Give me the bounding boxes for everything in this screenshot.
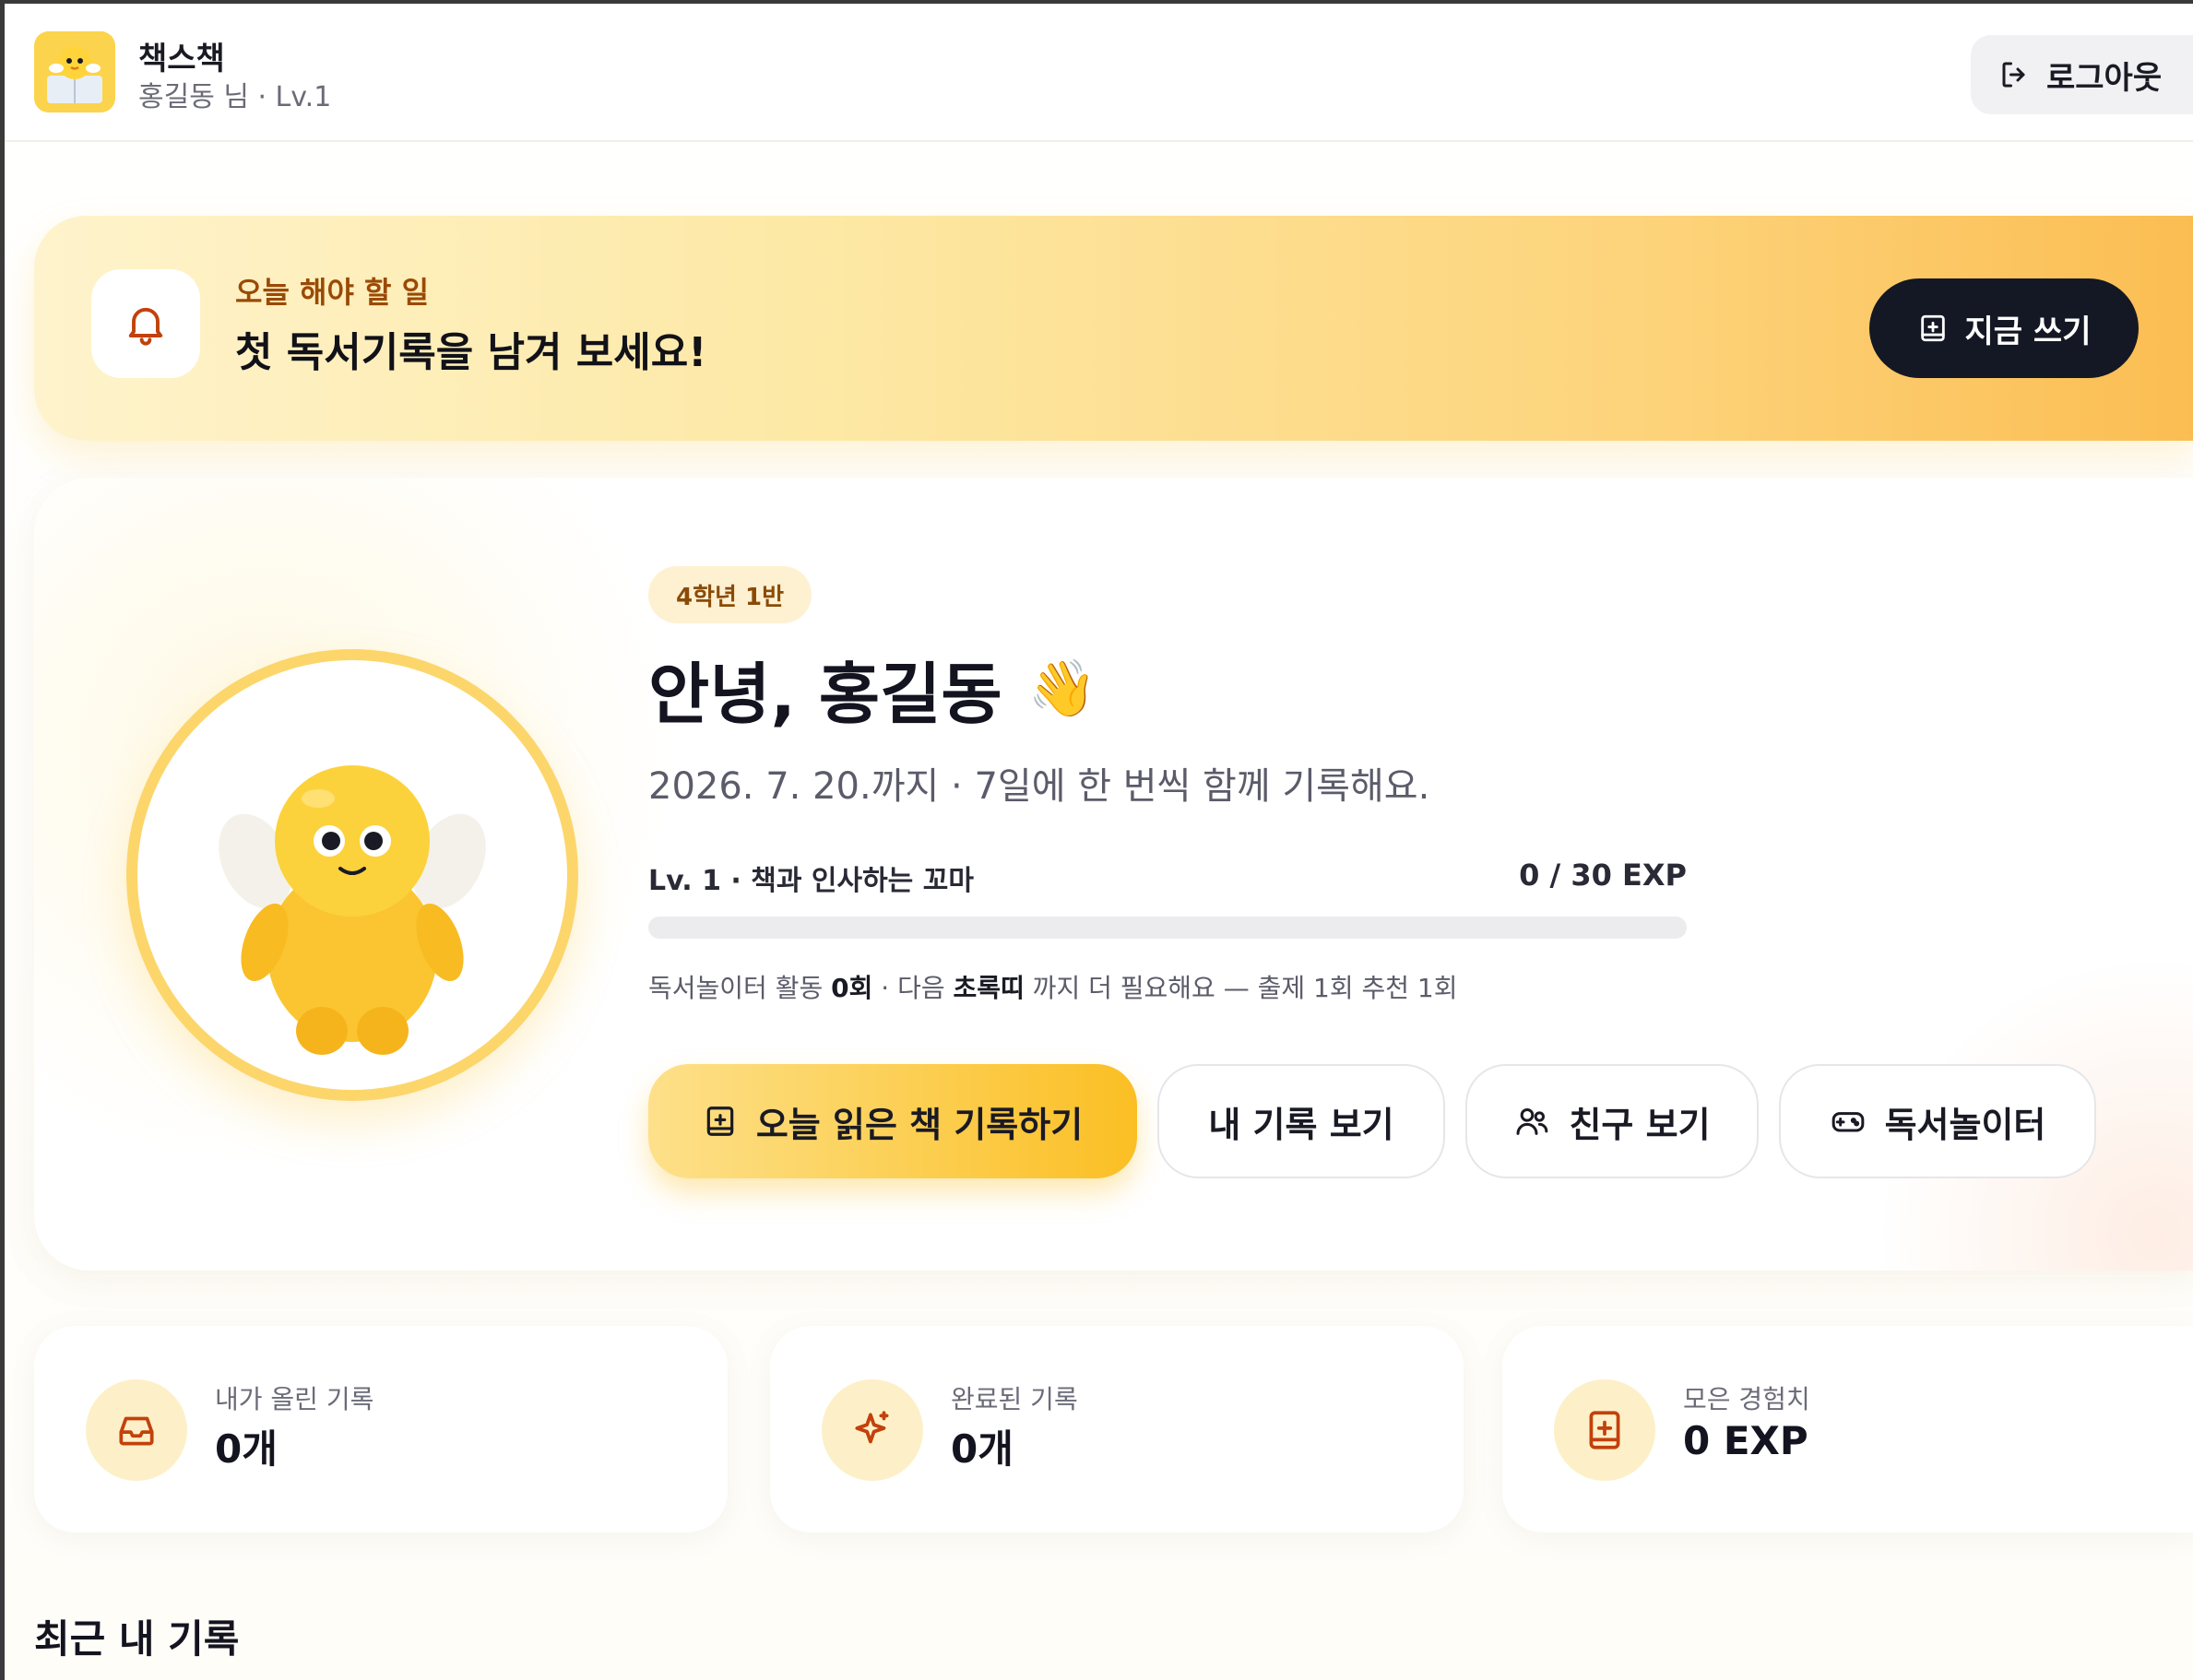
activity-suffix: 까지 더 필요해요 — 출제 1회 추천 1회 [1024, 973, 1458, 1003]
activity-count: 0회 [831, 973, 873, 1003]
write-now-label: 지금 쓰기 [1964, 313, 2092, 350]
user-summary: 홍길동 님 · Lv.1 [138, 81, 332, 113]
app-name: 책스책 [138, 41, 225, 77]
record-today-button[interactable]: 오늘 읽은 책 기록하기 [648, 1064, 1137, 1178]
greeting-text: 안녕, 홍길동 [648, 656, 1002, 733]
todo-kicker: 오늘 해야 할 일 [235, 275, 430, 310]
friends-label: 친구 보기 [1569, 1104, 1711, 1145]
todo-title: 첫 독서기록을 남겨 보세요! [235, 329, 707, 376]
my-records-label: 내 기록 보기 [1208, 1104, 1394, 1145]
stat-value: 0개 [951, 1426, 1014, 1472]
my-records-button[interactable]: 내 기록 보기 [1157, 1064, 1445, 1178]
profile-card: 4학년 1반 안녕, 홍길동 👋 2026. 7. 20.까지 · 7일에 한 … [34, 478, 2193, 1271]
stat-card-completed: 완료된 기록 0개 [770, 1326, 1464, 1532]
stat-label: 모은 경험치 [1683, 1384, 1810, 1414]
recent-records-title: 최근 내 기록 [34, 1616, 240, 1662]
action-buttons: 오늘 읽은 책 기록하기 내 기록 보기 친구 보기 독서놀이터 [648, 1064, 2096, 1178]
stat-value: 0 EXP [1683, 1418, 1808, 1463]
book-plus-icon [1554, 1379, 1655, 1481]
stat-card-exp: 모은 경험치 0 EXP [1502, 1326, 2193, 1532]
greeting-title: 안녕, 홍길동 👋 [648, 640, 1096, 737]
activity-middle: · 다음 [872, 973, 954, 1003]
exp-counter: 0 / 30 EXP [1519, 858, 1687, 893]
gamepad-icon [1831, 1112, 1864, 1132]
logout-label: 로그아웃 [2046, 59, 2163, 97]
playground-label: 독서놀이터 [1884, 1104, 2046, 1145]
book-plus-icon [706, 1106, 734, 1136]
stat-label: 완료된 기록 [951, 1384, 1078, 1414]
friends-button[interactable]: 친구 보기 [1465, 1064, 1759, 1178]
users-icon [1516, 1108, 1548, 1135]
inbox-icon [86, 1379, 187, 1481]
logout-icon [2002, 62, 2025, 88]
deadline-text: 2026. 7. 20.까지 · 7일에 한 번씩 함께 기록해요. [648, 765, 1430, 808]
playground-button[interactable]: 독서놀이터 [1779, 1064, 2096, 1178]
stat-value: 0개 [215, 1426, 278, 1472]
avatar [126, 649, 578, 1101]
bell-icon [91, 269, 200, 378]
waving-hand-icon: 👋 [1027, 657, 1097, 721]
activity-prefix: 독서놀이터 활동 [648, 973, 832, 1003]
sparkle-icon [822, 1379, 923, 1481]
book-plus-icon [1920, 314, 1945, 342]
class-badge: 4학년 1반 [648, 566, 812, 623]
next-badge-name: 초록띠 [953, 973, 1025, 1003]
app-frame: 책스책 홍길동 님 · Lv.1 로그아웃 오늘 해야 할 일 첫 독서기록을 … [0, 0, 2193, 1680]
record-today-label: 오늘 읽은 책 기록하기 [755, 1104, 1084, 1145]
top-header: 책스책 홍길동 님 · Lv.1 로그아웃 [5, 4, 2193, 142]
stat-label: 내가 올린 기록 [215, 1384, 374, 1414]
exp-progress-bar [648, 917, 1687, 939]
activity-summary: 독서놀이터 활동 0회 · 다음 초록띠 까지 더 필요해요 — 출제 1회 추… [648, 968, 1458, 1005]
stat-card-uploaded: 내가 올린 기록 0개 [34, 1326, 728, 1532]
logout-button[interactable]: 로그아웃 [1971, 35, 2193, 114]
app-logo[interactable] [34, 31, 115, 112]
write-now-button[interactable]: 지금 쓰기 [1869, 278, 2139, 378]
todo-banner: 오늘 해야 할 일 첫 독서기록을 남겨 보세요! 지금 쓰기 [34, 216, 2193, 441]
level-label: Lv. 1 · 책과 인사하는 꼬마 [648, 865, 974, 897]
